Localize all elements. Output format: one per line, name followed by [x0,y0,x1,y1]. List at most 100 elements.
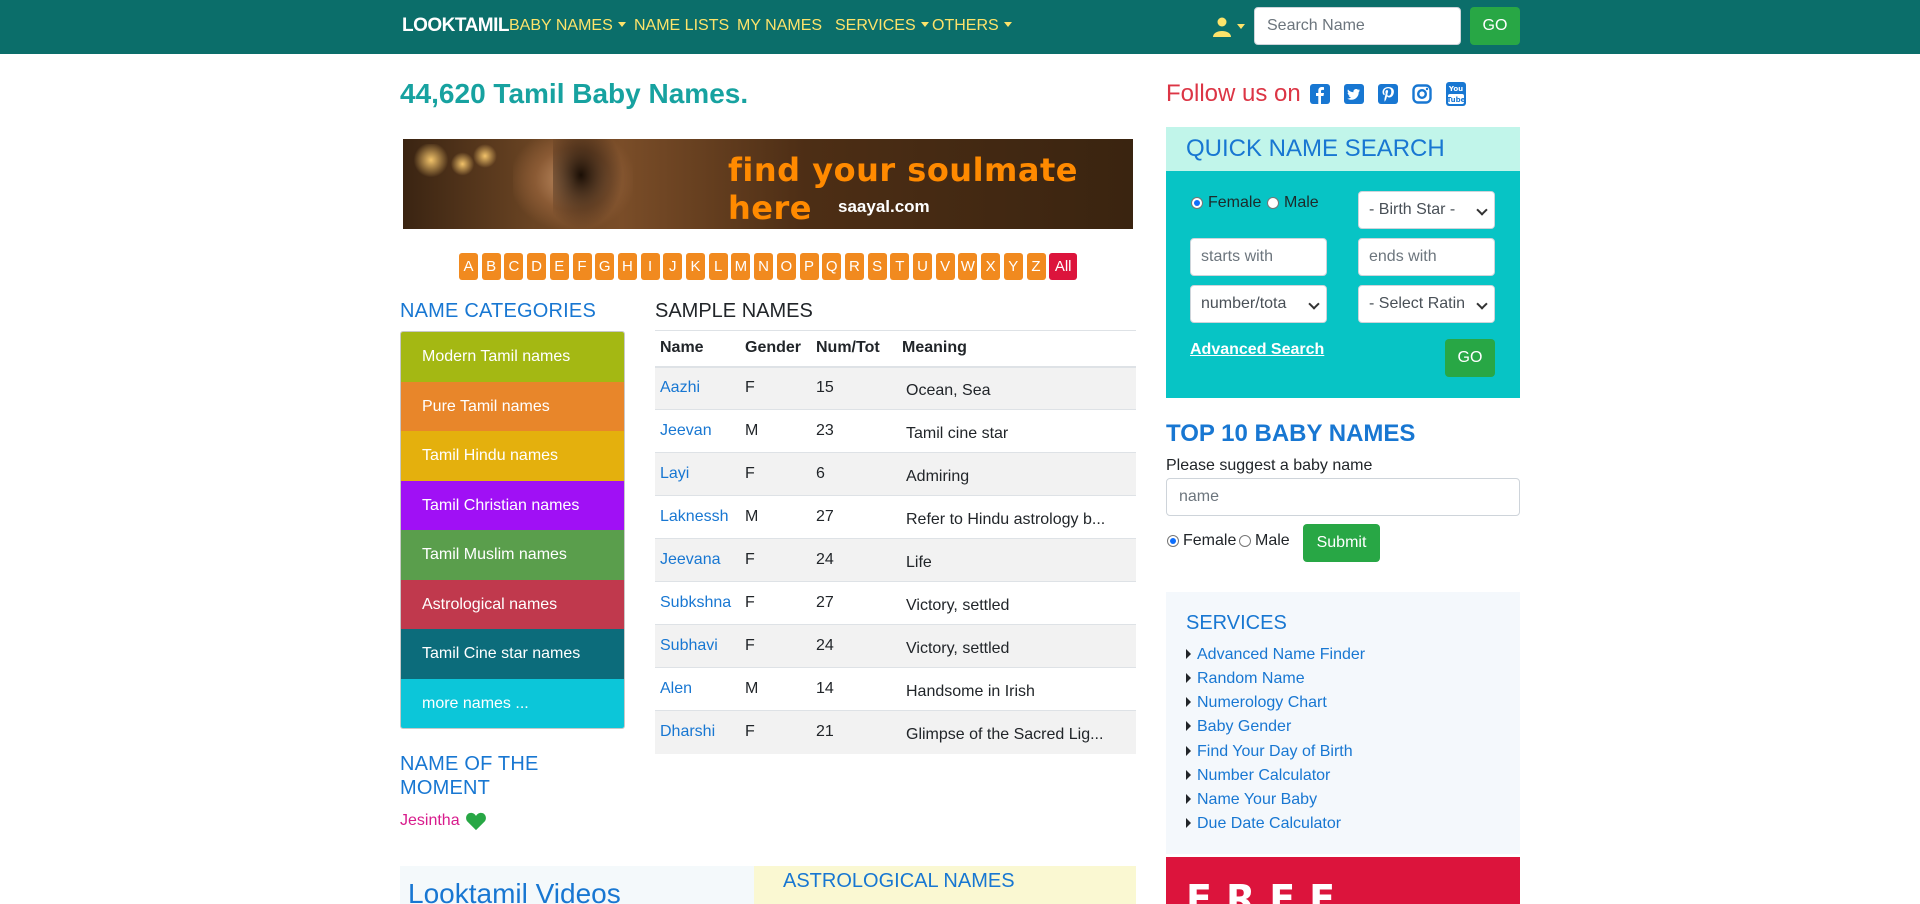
videos-section: Looktamil Videos [400,866,754,904]
category-item[interactable]: Astrological names [401,579,624,629]
table-row: Subkshna F 27 Victory, settled [655,581,1136,625]
table-row: Aazhi F 15 Ocean, Sea [655,366,1136,410]
service-link-number-calculator[interactable]: Number Calculator [1186,767,1330,785]
service-link-due-date-calculator[interactable]: Due Date Calculator [1186,815,1341,833]
number-total-select[interactable]: number/tota [1190,285,1327,323]
top10-male-label[interactable]: Male [1255,532,1290,550]
letter-filter-y[interactable]: Y [1003,253,1023,280]
category-item[interactable]: more names ... [401,678,624,728]
meaning-cell: Victory, settled [897,624,1136,668]
letter-filter-a[interactable]: A [459,253,478,280]
category-item[interactable]: Pure Tamil names [401,381,624,431]
service-link-baby-gender[interactable]: Baby Gender [1186,718,1291,736]
quick-search-go-button[interactable]: GO [1445,339,1495,377]
letter-filter-n[interactable]: N [754,253,774,280]
heart-icon[interactable] [465,811,487,831]
facebook-icon[interactable] [1310,84,1330,104]
name-link[interactable]: Aazhi [655,366,740,410]
search-name-input[interactable] [1254,7,1461,45]
category-item[interactable]: Modern Tamil names [401,332,624,382]
qs-male-radio[interactable] [1267,197,1279,209]
youtube-icon[interactable]: You Tube [1446,82,1466,106]
letter-filter-w[interactable]: W [958,253,978,280]
letter-filter-v[interactable]: V [935,253,955,280]
nav-name-lists[interactable]: NAME LISTS [634,17,729,35]
category-item[interactable]: Tamil Hindu names [401,431,624,481]
letter-filter-z[interactable]: Z [1026,253,1046,280]
nav-baby-names[interactable]: BABY NAMES [509,17,626,35]
letter-filter-d[interactable]: D [527,253,547,280]
name-link[interactable]: Layi [655,452,740,496]
service-link-numerology-chart[interactable]: Numerology Chart [1186,694,1327,712]
name-link[interactable]: Alen [655,667,740,711]
numtot-cell: 23 [811,409,897,453]
qs-female-label[interactable]: Female [1208,194,1261,212]
name-of-moment-heading-line1: NAME OF THE [400,753,539,775]
svg-text:You: You [1448,85,1463,93]
category-item[interactable]: Tamil Christian names [401,480,624,530]
letter-filter-r[interactable]: R [844,253,864,280]
service-link-random-name[interactable]: Random Name [1186,670,1305,688]
ends-with-input[interactable]: ends with [1358,238,1495,276]
brand-logo[interactable]: LOOKTAMIL [402,15,510,37]
soulmate-banner-ad[interactable]: find your soulmate here saayal.com [403,139,1133,229]
search-go-button[interactable]: GO [1470,7,1520,45]
service-link-day-of-birth[interactable]: Find Your Day of Birth [1186,743,1353,761]
letter-filter-e[interactable]: E [549,253,569,280]
category-item[interactable]: Tamil Muslim names [401,530,624,580]
meaning-cell: Admiring [897,452,1136,496]
name-link[interactable]: Jeevan [655,409,740,453]
suggest-submit-button[interactable]: Submit [1303,524,1380,562]
letter-filter-c[interactable]: C [504,253,524,280]
twitter-icon[interactable] [1344,84,1364,104]
user-icon[interactable] [1212,16,1236,38]
free-promo-text: FREE [1186,877,1350,904]
instagram-icon[interactable] [1412,84,1432,104]
service-link-advanced-name-finder[interactable]: Advanced Name Finder [1186,646,1365,664]
name-link[interactable]: Laknessh [655,495,740,539]
name-link[interactable]: Dharshi [655,710,740,754]
name-link[interactable]: Subhavi [655,624,740,668]
rating-select[interactable]: - Select Ratin [1358,285,1495,323]
top10-male-radio[interactable] [1239,535,1251,547]
letter-filter-j[interactable]: J [663,253,683,280]
pinterest-icon[interactable] [1378,84,1398,104]
letter-filter-s[interactable]: S [867,253,887,280]
letter-filter-l[interactable]: L [708,253,728,280]
letter-filter-g[interactable]: G [595,253,615,280]
nav-my-names[interactable]: MY NAMES [737,17,822,35]
letter-filter-i[interactable]: I [640,253,660,280]
letter-filter-o[interactable]: O [776,253,796,280]
letter-filter-t[interactable]: T [890,253,910,280]
starts-with-input[interactable]: starts with [1190,238,1327,276]
top10-female-label[interactable]: Female [1183,532,1236,550]
qs-male-label[interactable]: Male [1284,194,1319,212]
letter-filter-q[interactable]: Q [822,253,842,280]
suggest-name-input[interactable]: name [1166,478,1520,516]
name-of-moment-link[interactable]: Jesintha [400,812,460,830]
service-link-name-your-baby[interactable]: Name Your Baby [1186,791,1317,809]
category-item[interactable]: Tamil Cine star names [401,629,624,679]
user-menu-caret-icon[interactable] [1237,24,1245,29]
letter-filter-x[interactable]: X [981,253,1001,280]
letter-filter-k[interactable]: K [686,253,705,280]
letter-filter-h[interactable]: H [617,253,637,280]
letter-filter-f[interactable]: F [572,253,592,280]
letter-filter-m[interactable]: M [731,253,751,280]
name-link[interactable]: Jeevana [655,538,740,582]
advanced-search-link[interactable]: Advanced Search [1190,341,1324,359]
top10-female-radio[interactable] [1167,535,1179,547]
birth-star-select[interactable]: - Birth Star - [1358,191,1495,229]
nav-services[interactable]: SERVICES [835,17,929,35]
gender-cell: M [740,409,811,453]
free-promo-banner[interactable]: FREE [1166,857,1520,904]
letter-filter-p[interactable]: P [799,253,819,280]
nav-others[interactable]: OTHERS [932,17,1012,35]
astrological-names-title: ASTROLOGICAL NAMES [783,870,1015,892]
qs-female-radio[interactable] [1191,197,1203,209]
letter-filter-b[interactable]: B [481,253,501,280]
letter-filter-all[interactable]: All [1049,253,1078,280]
letter-filter-u[interactable]: U [913,253,932,280]
name-link[interactable]: Subkshna [655,581,740,625]
meaning-cell: Victory, settled [897,581,1136,625]
